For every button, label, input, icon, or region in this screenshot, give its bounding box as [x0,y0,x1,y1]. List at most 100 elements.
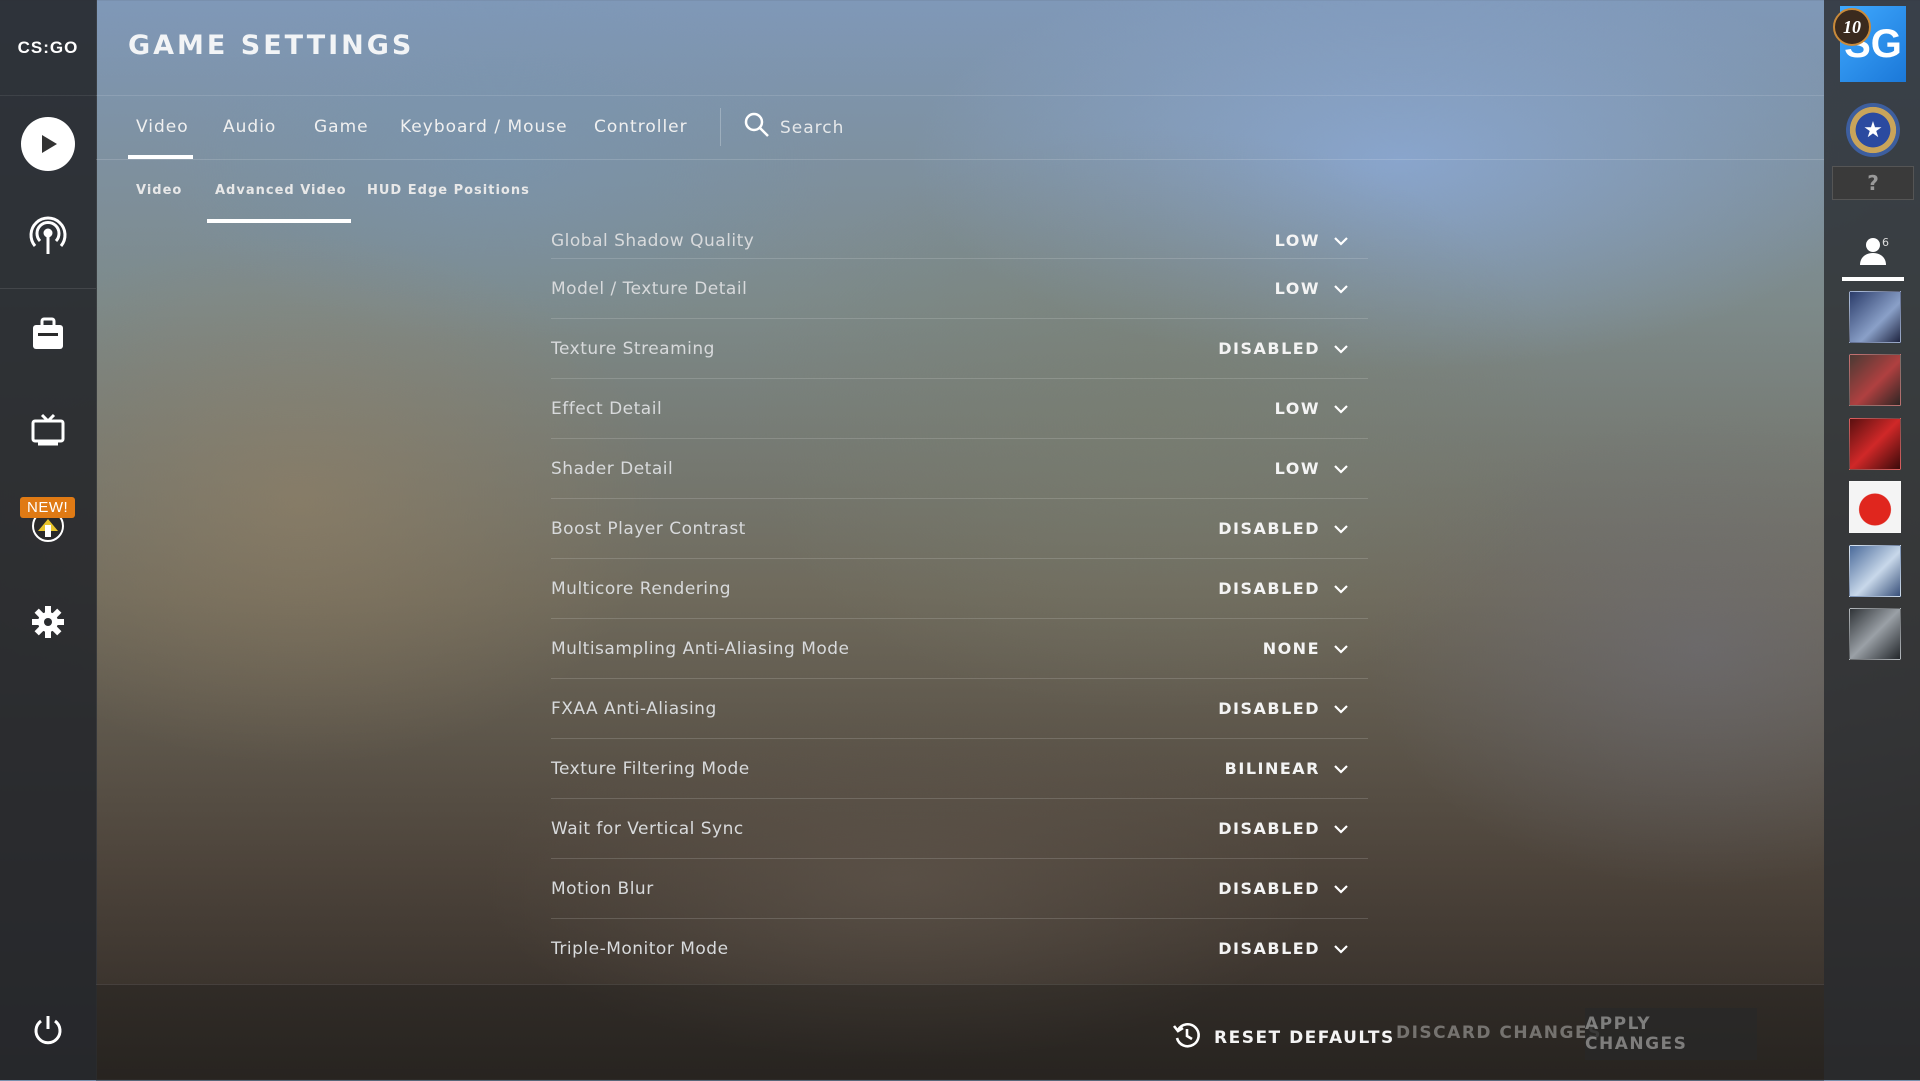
setting-value: DISABLED [1218,819,1320,838]
setting-dropdown[interactable]: DISABLED [1218,939,1368,958]
setting-value: DISABLED [1218,519,1320,538]
tab-game[interactable]: Game [314,96,369,159]
setting-dropdown[interactable]: LOW [1275,279,1368,298]
chevron-down-icon [1334,279,1348,298]
chevron-down-icon [1334,759,1348,778]
friend-avatar[interactable] [1849,291,1901,343]
setting-value: LOW [1274,459,1320,478]
setting-dropdown[interactable]: DISABLED [1218,339,1368,358]
setting-label: Wait for Vertical Sync [551,818,744,839]
level-badge: 10 [1833,8,1871,46]
setting-row[interactable]: Global Shadow Quality LOW [551,223,1368,259]
tab-video[interactable]: Video [128,96,193,159]
reset-defaults-button[interactable]: RESET DEFAULTS [1172,1020,1395,1055]
search-icon [744,112,770,143]
header: GAME SETTINGS [96,0,1824,96]
setting-dropdown[interactable]: DISABLED [1218,699,1368,718]
level-number: 10 [1843,16,1861,37]
setting-row[interactable]: Multisampling Anti-Aliasing Mode NONE [551,619,1368,679]
setting-value: NONE [1262,639,1320,658]
footer-bar: RESET DEFAULTS DISCARD CHANGES APPLY CHA… [96,984,1824,1081]
setting-label: Effect Detail [551,398,663,419]
setting-label: Multisampling Anti-Aliasing Mode [551,638,850,659]
power-icon [31,1013,65,1051]
setting-label: Triple-Monitor Mode [551,938,729,959]
settings-list: Global Shadow Quality LOW Model / Textur… [551,223,1368,978]
setting-dropdown[interactable]: DISABLED [1218,519,1368,538]
rank-medal-icon[interactable]: ★ [1846,103,1900,157]
page-title: GAME SETTINGS [128,30,415,61]
competitive-rank-badge[interactable]: ? [1832,166,1914,200]
gear-icon [31,605,65,643]
right-panel: SG 10 ★ ? 6 [1824,0,1920,1080]
play-button[interactable] [0,104,96,184]
csgo-logo[interactable]: CS:GO [0,0,96,96]
tv-button[interactable] [0,392,96,472]
setting-label: Motion Blur [551,878,654,899]
setting-label: Texture Filtering Mode [551,758,750,779]
subtab-hud-edge-positions[interactable]: HUD Edge Positions [367,160,530,223]
tab-keyboard-mouse[interactable]: Keyboard / Mouse [400,96,568,159]
friend-avatar[interactable] [1849,608,1901,660]
setting-row[interactable]: Texture Filtering Mode BILINEAR [551,739,1368,799]
setting-row[interactable]: Motion Blur DISABLED [551,859,1368,919]
chevron-down-icon [1334,939,1348,958]
setting-value: DISABLED [1218,339,1320,358]
sub-tabs: Video Advanced Video HUD Edge Positions [96,160,1824,223]
friends-online-count: 6 [1882,236,1889,249]
power-button[interactable] [0,992,96,1072]
setting-row[interactable]: Model / Texture Detail LOW [551,259,1368,319]
friends-button[interactable]: 6 [1842,228,1904,281]
setting-row[interactable]: Boost Player Contrast DISABLED [551,499,1368,559]
friend-avatar[interactable] [1849,418,1901,470]
main-tabs: Video Audio Game Keyboard / Mouse Contro… [96,96,1824,160]
tab-audio[interactable]: Audio [223,96,276,159]
settings-button[interactable] [0,584,96,664]
setting-dropdown[interactable]: DISABLED [1218,819,1368,838]
setting-row[interactable]: Multicore Rendering DISABLED [551,559,1368,619]
setting-dropdown[interactable]: LOW [1275,231,1368,250]
chevron-down-icon [1334,231,1348,250]
setting-dropdown[interactable]: LOW [1275,399,1368,418]
watch-button[interactable] [0,198,96,278]
friend-avatar[interactable] [1849,481,1901,533]
discard-changes-button[interactable]: DISCARD CHANGES [1396,1023,1602,1043]
setting-row[interactable]: Triple-Monitor Mode DISABLED [551,919,1368,978]
setting-row[interactable]: Shader Detail LOW [551,439,1368,499]
setting-value: DISABLED [1218,699,1320,718]
search-button[interactable]: Search [744,96,844,159]
setting-row[interactable]: Wait for Vertical Sync DISABLED [551,799,1368,859]
play-icon [21,117,75,171]
setting-label: Boost Player Contrast [551,518,746,539]
new-badge: NEW! [20,497,76,518]
subtab-video[interactable]: Video [136,160,182,223]
logo-text: CS:GO [17,37,79,57]
setting-row[interactable]: Effect Detail LOW [551,379,1368,439]
setting-dropdown[interactable]: DISABLED [1218,879,1368,898]
setting-row[interactable]: FXAA Anti-Aliasing DISABLED [551,679,1368,739]
setting-label: Global Shadow Quality [551,230,755,251]
setting-dropdown[interactable]: DISABLED [1218,579,1368,598]
tab-controller[interactable]: Controller [594,96,688,159]
reset-defaults-label: RESET DEFAULTS [1214,1027,1395,1048]
broadcast-icon [28,216,68,260]
setting-value: DISABLED [1218,879,1320,898]
setting-dropdown[interactable]: NONE [1263,639,1368,658]
friend-avatar[interactable] [1849,354,1901,406]
setting-label: Multicore Rendering [551,578,732,599]
chevron-down-icon [1334,399,1348,418]
tab-divider [720,108,721,146]
chevron-down-icon [1334,459,1348,478]
setting-dropdown[interactable]: LOW [1275,459,1368,478]
chevron-down-icon [1334,699,1348,718]
setting-value: DISABLED [1218,579,1320,598]
apply-changes-button[interactable]: APPLY CHANGES [1585,1008,1757,1060]
setting-label: Model / Texture Detail [551,278,748,299]
setting-row[interactable]: Texture Streaming DISABLED [551,319,1368,379]
setting-dropdown[interactable]: BILINEAR [1225,759,1368,778]
setting-value: DISABLED [1218,939,1320,958]
search-label: Search [780,117,845,138]
subtab-advanced-video[interactable]: Advanced Video [207,160,351,223]
friend-avatar[interactable] [1849,545,1901,597]
inventory-button[interactable] [0,296,96,376]
